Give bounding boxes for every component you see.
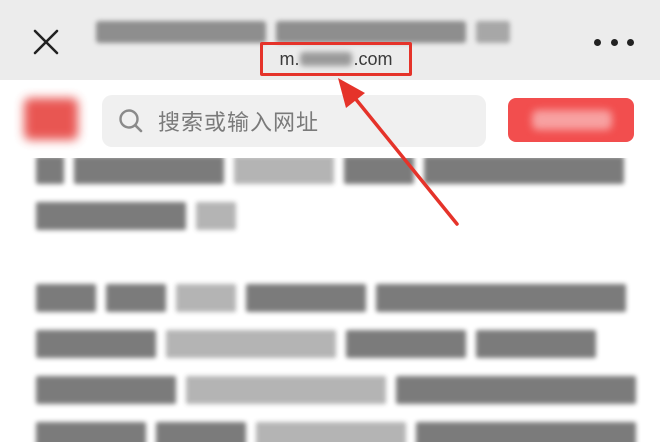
article-line (36, 324, 596, 364)
more-options-button[interactable] (594, 32, 634, 52)
close-button[interactable] (28, 24, 64, 60)
brand-logo-blurred[interactable] (24, 98, 78, 140)
search-placeholder: 搜索或输入网址 (158, 111, 320, 136)
article-line (36, 278, 626, 318)
close-icon (33, 29, 59, 55)
article-body-blurred (0, 158, 660, 442)
url-highlight-box: m. .com (260, 42, 412, 76)
article-line (36, 416, 636, 442)
search-input[interactable]: 搜索或输入网址 (102, 95, 486, 147)
more-dots-icon (594, 38, 601, 46)
search-bar-row: 搜索或输入网址 (0, 80, 660, 158)
browser-title-bar: m. .com (0, 0, 660, 80)
url-redacted-domain (300, 52, 353, 66)
search-icon (119, 109, 143, 133)
article-line (36, 196, 236, 236)
article-line (36, 158, 624, 190)
article-line (36, 370, 636, 410)
action-button-blurred[interactable] (508, 98, 634, 142)
url-suffix: .com (353, 48, 393, 69)
url-prefix: m. (279, 48, 300, 69)
